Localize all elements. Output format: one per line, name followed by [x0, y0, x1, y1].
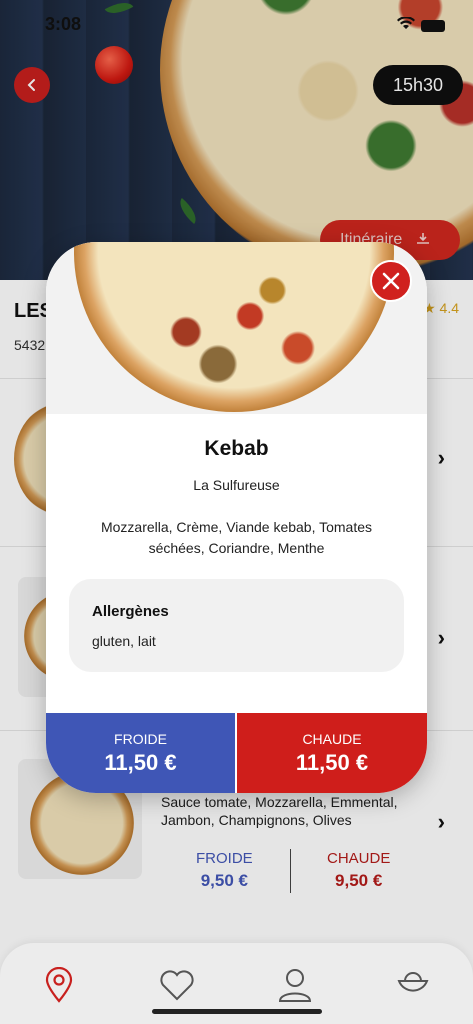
- product-ingredients: Mozzarella, Crème, Viande kebab, Tomates…: [76, 517, 397, 559]
- add-hot-button[interactable]: CHAUDE 11,50 €: [237, 713, 427, 793]
- tab-favorites[interactable]: [157, 965, 197, 1005]
- location-pin-icon: [45, 967, 73, 1003]
- allergens-panel: Allergènes gluten, lait: [69, 579, 404, 672]
- user-icon: [278, 969, 312, 1002]
- close-button[interactable]: [370, 260, 412, 302]
- tab-cart[interactable]: [393, 965, 433, 1005]
- allergens-list: gluten, lait: [92, 633, 156, 649]
- product-photo: [46, 242, 427, 414]
- product-subtitle: La Sulfureuse: [193, 477, 280, 493]
- hot-price: 11,50 €: [295, 750, 369, 775]
- product-detail-modal: Kebab La Sulfureuse Mozzarella, Crème, V…: [46, 242, 427, 793]
- ingredients-line: séchées, Coriandre, Menthe: [148, 540, 325, 556]
- add-cold-button[interactable]: FROIDE 11,50 €: [46, 713, 235, 793]
- allergens-title: Allergènes: [92, 603, 169, 620]
- ingredients-line: Mozzarella, Crème, Viande kebab, Tomates: [100, 519, 373, 535]
- close-icon: [382, 272, 400, 290]
- cold-label: FROIDE: [114, 731, 167, 747]
- cold-price: 11,50 €: [104, 750, 177, 775]
- hot-label: CHAUDE: [302, 731, 362, 747]
- tab-location[interactable]: [39, 965, 79, 1005]
- home-indicator: [152, 1009, 322, 1014]
- bag-icon: [397, 972, 429, 992]
- tab-profile[interactable]: [275, 965, 315, 1005]
- pizza-image: [74, 242, 394, 412]
- product-title: Kebab: [204, 437, 269, 460]
- heart-icon: [160, 970, 194, 1001]
